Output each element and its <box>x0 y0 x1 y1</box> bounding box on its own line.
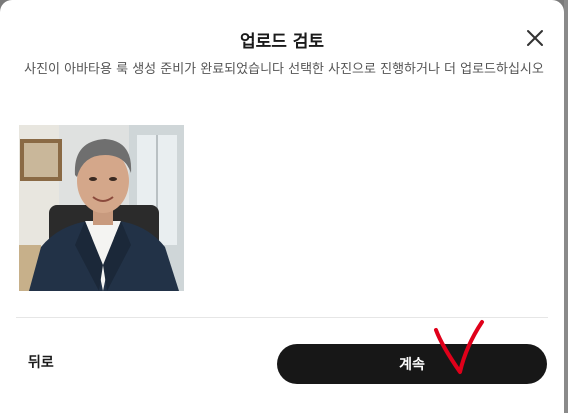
dialog-subtitle: 사진이 아바타용 룩 생성 준비가 완료되었습니다 선택한 사진으로 진행하거나… <box>24 62 544 77</box>
continue-button[interactable]: 계속 <box>277 344 547 384</box>
footer-divider <box>16 317 548 318</box>
dialog-title: 업로드 검토 <box>239 32 325 52</box>
upload-review-dialog: 업로드 검토 사진이 아바타용 룩 생성 준비가 완료되었습니다 선택한 사진으… <box>0 0 564 413</box>
close-icon[interactable] <box>525 28 545 48</box>
backdrop-edge <box>564 0 568 413</box>
continue-button-label: 계속 <box>399 357 425 373</box>
back-button[interactable]: 뒤로 <box>28 352 54 372</box>
uploaded-photo[interactable] <box>19 125 184 291</box>
